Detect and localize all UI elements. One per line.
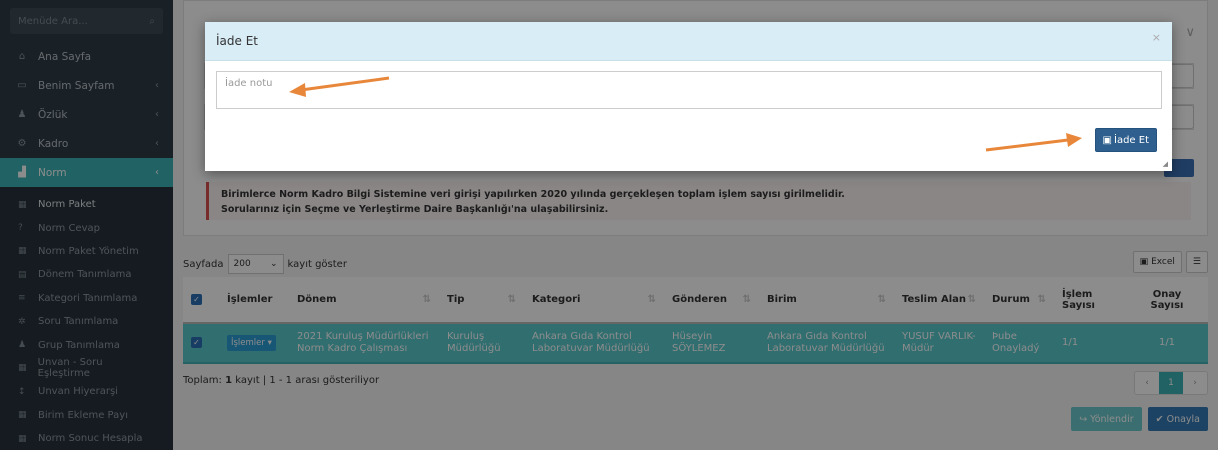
annotation-arrow-icon <box>985 133 1082 152</box>
modal-header: İade Et × <box>205 22 1172 61</box>
close-icon[interactable]: × <box>1152 31 1161 44</box>
modal-title: İade Et <box>216 34 258 48</box>
submit-label: İade Et <box>1114 134 1149 146</box>
iade-submit-button[interactable]: ▣ İade Et <box>1094 128 1157 152</box>
annotation-arrow-icon <box>289 76 390 97</box>
resize-handle-icon[interactable]: ◢ <box>1163 160 1168 168</box>
save-icon: ▣ <box>1102 134 1112 146</box>
